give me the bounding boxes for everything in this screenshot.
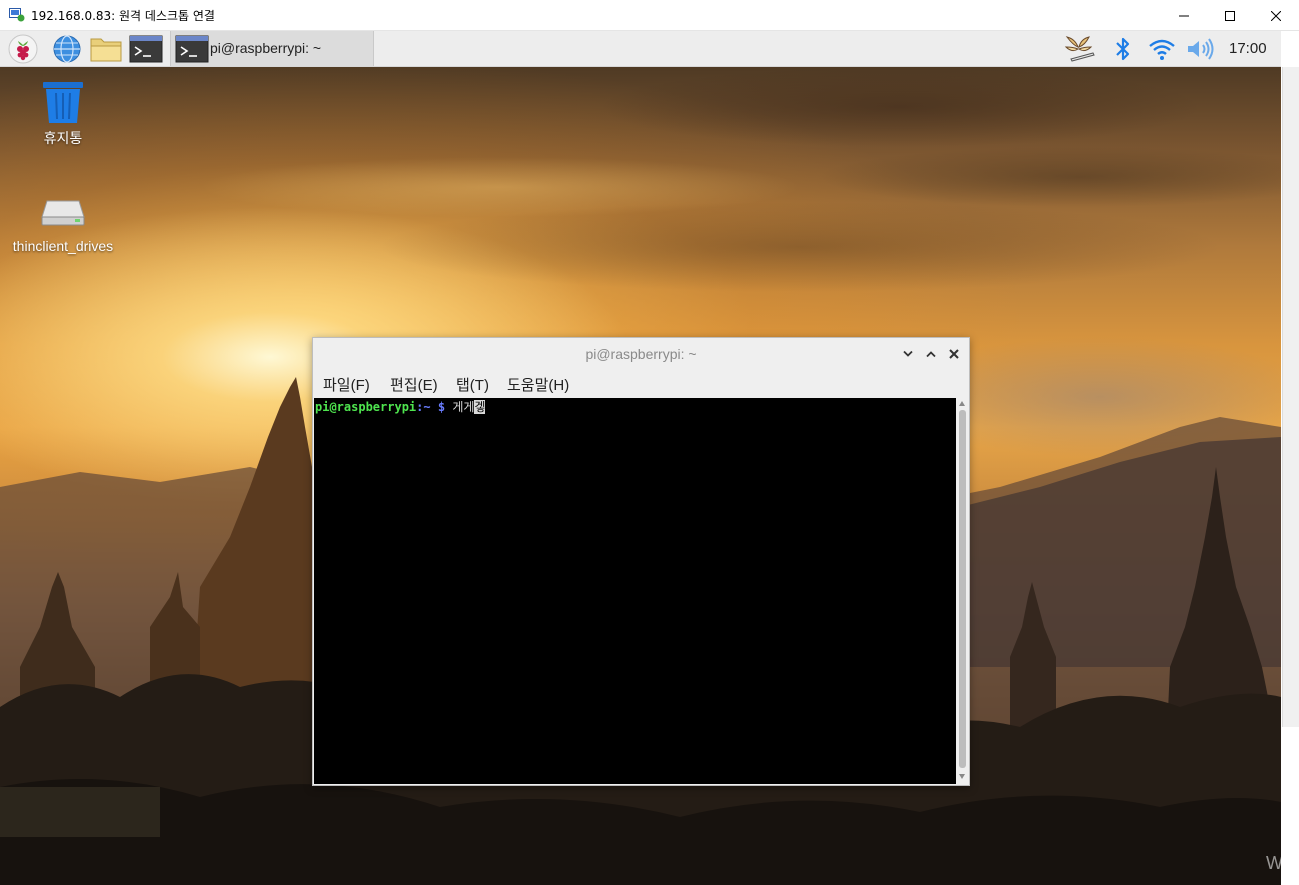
menu-tabs[interactable]: 탭(T)	[456, 374, 489, 395]
terminal-menubar: 파일(F) 편집(E) 탭(T) 도움말(H)	[313, 369, 969, 397]
prompt-user: pi@raspberrypi	[315, 400, 417, 414]
file-manager-icon	[90, 38, 122, 62]
terminal-minimize-button[interactable]	[899, 345, 917, 363]
terminal-icon	[175, 35, 209, 63]
terminal-close-button[interactable]	[945, 345, 963, 363]
minimize-icon	[1179, 15, 1189, 16]
terminal-window[interactable]: pi@raspberrypi: ~ 파일(F) 편집(E) 탭(T) 도움말(H…	[312, 337, 970, 786]
maximize-icon	[1225, 10, 1235, 21]
terminal-titlebar[interactable]: pi@raspberrypi: ~	[313, 338, 969, 369]
panel-clock[interactable]: 17:00	[1229, 40, 1267, 57]
remote-desktop-icon	[9, 8, 25, 22]
top-panel: pi@raspberrypi: ~ 17:00	[0, 31, 1281, 67]
terminal-prompt-line: pi@raspberrypi:~ $ 게게겧	[315, 399, 486, 415]
rdp-vertical-scrollbar[interactable]	[1282, 67, 1299, 727]
chevron-down-icon	[903, 350, 913, 357]
taskbar-item-label: pi@raspberrypi: ~	[210, 40, 322, 56]
scroll-up-arrow-icon[interactable]	[959, 401, 965, 406]
prompt-path: ~	[423, 400, 431, 414]
web-browser-button[interactable]	[50, 33, 84, 65]
maximize-button[interactable]	[1207, 0, 1253, 31]
taskbar-terminal-item[interactable]: pi@raspberrypi: ~	[170, 31, 374, 66]
volume-tray[interactable]	[1184, 33, 1216, 65]
close-button[interactable]	[1253, 0, 1299, 31]
drive-icon	[41, 200, 85, 226]
bluetooth-icon	[1116, 37, 1130, 61]
chevron-up-icon	[926, 351, 936, 358]
wifi-tray[interactable]	[1146, 33, 1178, 65]
close-icon	[1271, 10, 1281, 21]
raspberry-menu-button[interactable]	[6, 33, 40, 65]
scroll-down-arrow-icon[interactable]	[959, 774, 965, 779]
trash-icon	[43, 82, 83, 123]
rdp-window-title: 192.168.0.83: 원격 데스크톱 연결	[31, 9, 215, 23]
web-browser-icon	[53, 35, 81, 63]
raspberry-menu-icon	[8, 34, 38, 64]
rdp-titlebar: 192.168.0.83: 원격 데스크톱 연결	[0, 0, 1299, 31]
prompt-symbol: $	[437, 400, 446, 414]
terminal-maximize-button[interactable]	[922, 345, 940, 363]
terminal-title: pi@raspberrypi: ~	[585, 346, 697, 362]
desktop-icon-label: thinclient_drives	[12, 238, 114, 254]
bluetooth-tray[interactable]	[1110, 33, 1136, 65]
menu-help[interactable]: 도움말(H)	[507, 374, 569, 395]
volume-icon	[1188, 38, 1214, 60]
close-icon	[949, 349, 959, 359]
activation-watermark: Wi	[1266, 853, 1281, 873]
menu-file[interactable]: 파일(F)	[323, 374, 370, 395]
desktop-icon-thinclient-drives[interactable]: thinclient_drives	[8, 191, 118, 257]
terminal-scroll-thumb[interactable]	[959, 410, 966, 768]
vnc-butterfly-icon	[1064, 36, 1095, 62]
terminal-launcher-button[interactable]	[128, 33, 164, 65]
menu-edit[interactable]: 편집(E)	[390, 374, 438, 395]
terminal-scrollbar[interactable]	[957, 398, 968, 784]
file-manager-button[interactable]	[88, 33, 124, 65]
typed-input: 게게	[452, 400, 475, 414]
terminal-cursor: 겧	[474, 400, 486, 414]
terminal-output[interactable]: pi@raspberrypi:~ $ 게게겧	[314, 398, 956, 784]
terminal-icon	[129, 35, 163, 63]
desktop-icon-trash[interactable]: 휴지통	[8, 79, 118, 149]
desktop-icon-label: 휴지통	[43, 130, 83, 146]
wifi-icon	[1149, 39, 1175, 60]
vnc-server-tray[interactable]	[1060, 33, 1098, 65]
minimize-button[interactable]	[1161, 0, 1207, 31]
